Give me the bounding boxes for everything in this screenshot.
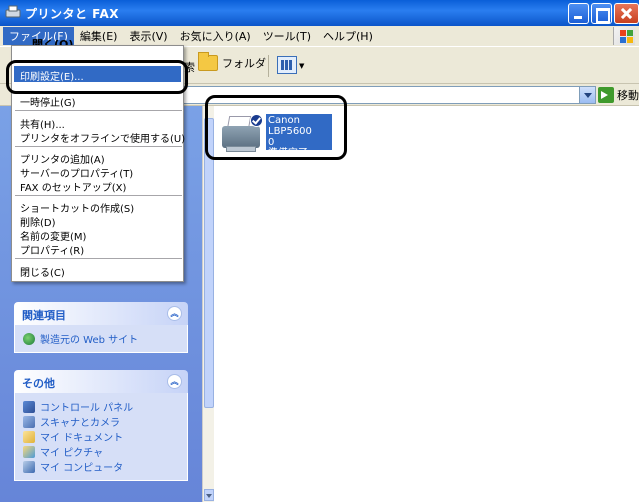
print-settings-item[interactable]: 印刷設定(E)... (14, 66, 181, 83)
menu-tools[interactable]: ツール(T) (257, 27, 317, 45)
scanners-cameras-link[interactable]: スキャナとカメラ (23, 414, 179, 429)
go-button[interactable]: 移動 (598, 87, 639, 103)
address-field[interactable] (182, 86, 596, 104)
share-item[interactable]: 共有(H)... (20, 116, 65, 131)
views-dropdown-icon[interactable]: ▼ (299, 62, 304, 70)
default-printer-check-icon (250, 114, 263, 127)
menu-favorites[interactable]: お気に入り(A) (174, 27, 257, 45)
folder-icon (198, 52, 218, 71)
scanner-camera-icon (23, 415, 35, 428)
related-panel-title: 関連項目 (22, 309, 66, 322)
maximize-button[interactable] (591, 3, 612, 24)
go-label: 移動 (617, 89, 639, 102)
printer-label: Canon LBP5600 0 準備完了 (265, 113, 333, 159)
scrollbar-thumb[interactable] (204, 118, 214, 408)
my-documents-link[interactable]: マイ ドキュメント (23, 429, 179, 444)
menu-bar: ファイル(F) 編集(E) 表示(V) お気に入り(A) ツール(T) ヘルプ(… (0, 26, 639, 46)
documents-folder-icon (23, 430, 35, 443)
collapse-chevron-icon[interactable]: ︽ (167, 306, 182, 321)
link-label: 製造元の Web サイト (40, 335, 139, 346)
close-item[interactable]: 閉じる(C) (20, 264, 65, 279)
other-panel-body: コントロール パネル スキャナとカメラ マイ ドキュメント マイ ピクチャ マイ… (14, 393, 188, 481)
create-shortcut-item[interactable]: ショートカットの作成(S) (20, 200, 134, 215)
close-button[interactable] (614, 3, 639, 24)
window-title: プリンタと FAX (25, 7, 120, 21)
menu-help[interactable]: ヘルプ(H) (317, 27, 379, 45)
printer-icon (220, 114, 264, 154)
use-offline-item[interactable]: プリンタをオフラインで使用する(U) (20, 130, 185, 145)
related-panel-body: 製造元の Web サイト (14, 325, 188, 353)
menu-separator (15, 110, 182, 111)
printer-folder-icon (5, 5, 21, 18)
link-label: コントロール パネル (40, 403, 134, 414)
go-arrow-icon (598, 87, 614, 103)
my-pictures-link[interactable]: マイ ピクチャ (23, 444, 179, 459)
views-icon[interactable] (277, 56, 297, 74)
globe-icon (23, 332, 35, 345)
menu-separator (15, 258, 182, 259)
link-label: スキャナとカメラ (40, 418, 120, 429)
properties-item[interactable]: プロパティ(R) (20, 242, 84, 257)
control-panel-link[interactable]: コントロール パネル (23, 399, 179, 414)
control-panel-icon (23, 400, 35, 413)
minimize-button[interactable] (568, 3, 589, 24)
printer-item[interactable]: Canon LBP5600 0 準備完了 (216, 110, 342, 159)
pause-item[interactable]: 一時停止(G) (20, 94, 76, 109)
windows-logo-icon (613, 27, 635, 45)
computer-icon (23, 460, 35, 473)
link-label: マイ コンピュータ (40, 463, 124, 474)
other-panel-header[interactable]: その他 ︽ (14, 370, 188, 393)
printer-name: Canon LBP5600 (268, 115, 312, 137)
address-dropdown-icon[interactable] (579, 87, 595, 103)
printer-list-area: Canon LBP5600 0 準備完了 (214, 106, 639, 502)
task-pane-scrollbar[interactable] (202, 106, 214, 502)
rename-item[interactable]: 名前の変更(M) (20, 228, 86, 243)
link-label: マイ ピクチャ (40, 448, 104, 459)
menu-view[interactable]: 表示(V) (123, 27, 173, 45)
folders-label: フォルダ (222, 57, 266, 70)
my-computer-link[interactable]: マイ コンピュータ (23, 459, 179, 474)
related-panel: 関連項目 ︽ 製造元の Web サイト (14, 302, 188, 353)
other-panel-title: その他 (22, 377, 55, 390)
menu-edit[interactable]: 編集(E) (74, 27, 124, 45)
printer-name-suffix: 0 (268, 137, 275, 148)
scroll-down-arrow-icon[interactable] (204, 489, 214, 501)
collapse-chevron-icon[interactable]: ︽ (167, 374, 182, 389)
fax-setup-item[interactable]: FAX のセットアップ(X) (20, 179, 126, 194)
delete-item[interactable]: 削除(D) (20, 214, 56, 229)
link-label: マイ ドキュメント (40, 433, 124, 444)
folders-button[interactable]: フォルダ (198, 52, 266, 71)
menu-separator (15, 195, 182, 196)
add-printer-item[interactable]: プリンタの追加(A) (20, 151, 105, 166)
toolbar-separator (268, 55, 269, 77)
printer-status: 準備完了 (268, 148, 308, 159)
manufacturer-website-link[interactable]: 製造元の Web サイト (23, 331, 179, 346)
server-properties-item[interactable]: サーバーのプロパティ(T) (20, 165, 133, 180)
related-panel-header[interactable]: 関連項目 ︽ (14, 302, 188, 325)
other-panel: その他 ︽ コントロール パネル スキャナとカメラ マイ ドキュメント マイ ピ… (14, 370, 188, 481)
menu-separator (15, 146, 182, 147)
title-bar: プリンタと FAX (0, 0, 639, 26)
file-menu-dropdown: 印刷設定(E)... 一時停止(G) 共有(H)... プリンタをオフラインで使… (11, 45, 185, 282)
search-button-label[interactable]: 索 (184, 59, 195, 75)
pictures-folder-icon (23, 445, 35, 458)
menu-item-label: 印刷設定(E)... (20, 72, 84, 83)
